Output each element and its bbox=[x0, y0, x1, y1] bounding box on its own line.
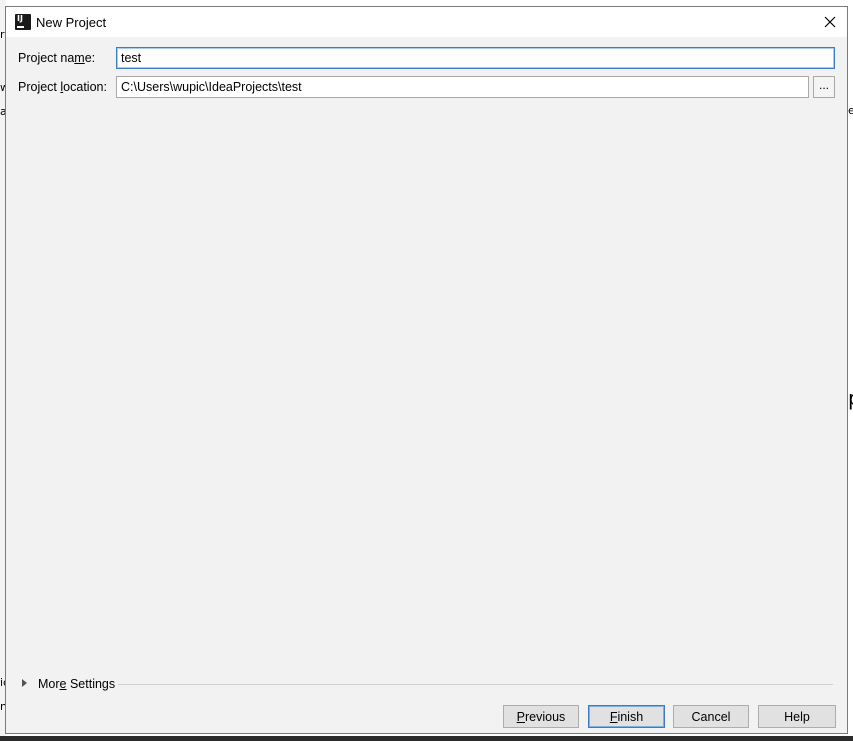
intellij-idea-icon: IJ bbox=[15, 14, 31, 30]
close-button[interactable] bbox=[813, 7, 847, 37]
help-button[interactable]: Help bbox=[758, 705, 836, 728]
separator-line bbox=[118, 684, 833, 685]
background-ide-bottom bbox=[0, 736, 853, 741]
project-location-input[interactable] bbox=[116, 76, 809, 98]
background-fragment: r bbox=[0, 28, 5, 41]
background-fragment: e bbox=[848, 104, 853, 117]
cancel-button[interactable]: Cancel bbox=[673, 705, 749, 728]
project-location-row: Project location: ... bbox=[6, 76, 847, 100]
more-settings-toggle[interactable]: More Settings bbox=[38, 677, 115, 691]
more-settings-section: More Settings bbox=[22, 677, 833, 693]
browse-button[interactable]: ... bbox=[813, 76, 835, 98]
background-fragment: p bbox=[848, 386, 853, 410]
expand-arrow-icon[interactable] bbox=[22, 679, 27, 687]
close-icon bbox=[824, 16, 836, 28]
dialog-title: New Project bbox=[36, 15, 107, 30]
project-name-row: Project name: bbox=[6, 47, 847, 71]
title-bar[interactable]: IJ New Project bbox=[6, 7, 847, 37]
project-location-label: Project location: bbox=[18, 80, 107, 94]
finish-button[interactable]: Finish bbox=[588, 705, 665, 728]
new-project-dialog: IJ New Project Project name: Project loc… bbox=[5, 6, 848, 734]
project-name-input[interactable] bbox=[116, 47, 835, 69]
project-name-label: Project name: bbox=[18, 51, 96, 65]
previous-button[interactable]: Previous bbox=[503, 705, 579, 728]
